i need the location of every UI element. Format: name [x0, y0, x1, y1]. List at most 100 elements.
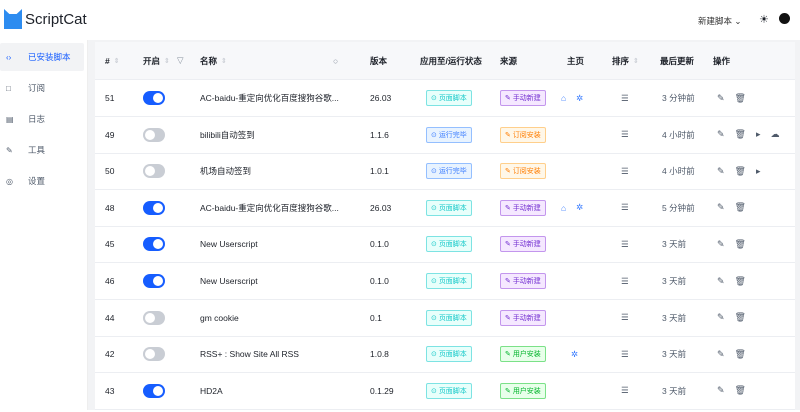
cloud-icon[interactable]: ☁ [771, 129, 780, 140]
edit-icon[interactable]: ✎ [717, 129, 725, 140]
script-version: 1.0.1 [370, 166, 389, 177]
col-id-label: # [105, 55, 110, 66]
col-source: 来源 [500, 55, 518, 66]
sidebar-item-4[interactable]: ◎ 设置 [0, 167, 84, 195]
last-updated: 4 小时前 [662, 129, 695, 140]
header: ScriptCat 新建脚本 ⌄ ☀ [0, 0, 800, 40]
delete-icon[interactable]: 🗑 [735, 129, 746, 140]
col-name-label: 名称 [200, 55, 218, 66]
sidebar-item-label: 工具 [28, 145, 46, 155]
table-row: 42 RSS+ : Show Site All RSS 1.0.8 ⊙ 页面脚本… [95, 336, 795, 374]
source-tag: ✎ 订阅安装 [500, 126, 546, 143]
last-updated: 5 分钟前 [662, 202, 695, 213]
sidebar-item-0[interactable]: ‹› 已安装脚本 [0, 43, 84, 71]
col-order[interactable]: 排序 ⇕ [612, 42, 639, 79]
status-tag: ⊙ 运行完毕 [426, 126, 472, 143]
drag-handle-icon[interactable]: ☰ [621, 263, 629, 299]
delete-icon[interactable]: 🗑 [735, 312, 746, 323]
log-icon: ▤ [6, 114, 14, 124]
edit-icon[interactable]: ✎ [717, 166, 725, 177]
table-row: 49 bilibili自动签到 1.1.6 ⊙ 运行完毕 ✎ 订阅安装 ☰ 4 … [95, 117, 795, 154]
table-row: 51 AC-baidu-重定向优化百度搜狗谷歌... 26.03 ⊙ 页面脚本 … [95, 80, 795, 117]
drag-handle-icon[interactable]: ☰ [621, 153, 629, 189]
table-row: 50 机场自动签到 1.0.1 ⊙ 运行完毕 ✎ 订阅安装 ☰ 4 小时前 ✎ 🗑… [95, 153, 795, 191]
tool-icon: ✎ [6, 145, 13, 155]
col-enabled-label: 开启 [143, 55, 161, 66]
delete-icon[interactable]: 🗑 [735, 276, 746, 287]
home-icon[interactable]: ⌂ [561, 203, 566, 213]
new-script-dropdown[interactable]: 新建脚本 ⌄ [698, 15, 742, 27]
sidebar-item-3[interactable]: ✎ 工具 [0, 136, 84, 164]
edit-icon[interactable]: ✎ [717, 385, 725, 396]
table-row: 43 HD2A 0.1.29 ⊙ 页面脚本 ✎ 用户安装 ☰ 3 天前 ✎ 🗑 [95, 373, 795, 410]
source-tag: ✎ 手动新建 [500, 273, 546, 289]
source-label: 手动新建 [512, 241, 541, 249]
edit-icon[interactable]: ✎ [717, 239, 725, 250]
col-enabled[interactable]: 开启 ⇕ [143, 42, 170, 79]
bookmark-icon: □ [6, 83, 11, 93]
edit-icon[interactable]: ✎ [717, 93, 725, 104]
sun-icon[interactable]: ☀ [759, 13, 769, 26]
filter-icon[interactable]: ▽ [177, 42, 184, 79]
drag-handle-icon[interactable]: ☰ [621, 373, 629, 409]
col-actions: 操作 [713, 55, 731, 66]
delete-icon[interactable]: 🗑 [735, 202, 746, 213]
last-updated: 4 小时前 [662, 166, 695, 177]
source-label: 手动新建 [512, 314, 541, 322]
sidebar: ‹› 已安装脚本 □ 订阅 ▤ 日志 ✎ 工具 ◎ 设置 [0, 40, 88, 410]
script-version: 1.1.6 [370, 129, 389, 140]
delete-icon[interactable]: 🗑 [735, 349, 746, 360]
github-icon[interactable] [779, 13, 790, 24]
logo[interactable]: ScriptCat [4, 9, 87, 29]
search-icon[interactable]: ○ [333, 42, 338, 79]
sidebar-item-1[interactable]: □ 订阅 [0, 74, 84, 102]
cat-logo-icon [4, 9, 22, 29]
drag-handle-icon[interactable]: ☰ [621, 336, 629, 372]
last-updated: 3 天前 [662, 312, 687, 323]
script-version: 26.03 [370, 202, 392, 213]
bug-icon[interactable]: ✲ [571, 349, 578, 360]
script-version: 0.1.29 [370, 385, 394, 396]
status-tag: ⊙ 页面脚本 [426, 90, 472, 106]
status-tag: ⊙ 页面脚本 [426, 346, 472, 363]
status-tag: ⊙ 页面脚本 [426, 236, 472, 253]
sort-icon: ⇕ [113, 57, 120, 65]
drag-handle-icon[interactable]: ☰ [621, 117, 629, 153]
delete-icon[interactable]: 🗑 [735, 239, 746, 250]
table-header: # ⇕ 开启 ⇕ ▽ 名称 ⇕ ○ 版本 应用至/运行状态 来源 主页 排序 ⇕ 最后更… [95, 42, 795, 80]
source-label: 订阅安装 [512, 168, 541, 176]
status-label: 运行完毕 [438, 168, 467, 176]
edit-icon[interactable]: ✎ [717, 202, 725, 213]
drag-handle-icon[interactable]: ☰ [621, 226, 629, 262]
source-tag: ✎ 手动新建 [500, 309, 546, 326]
bug-icon[interactable]: ✲ [576, 93, 583, 104]
sidebar-item-label: 已安装脚本 [28, 52, 71, 62]
drag-handle-icon[interactable]: ☰ [621, 300, 629, 336]
delete-icon[interactable]: 🗑 [735, 385, 746, 396]
status-tag: ⊙ 页面脚本 [426, 309, 472, 326]
sidebar-item-2[interactable]: ▤ 日志 [0, 105, 84, 133]
edit-icon[interactable]: ✎ [717, 312, 725, 323]
chevron-down-icon: ⌄ [734, 16, 742, 26]
col-name[interactable]: 名称 ⇕ [200, 42, 227, 79]
delete-icon[interactable]: 🗑 [735, 166, 746, 177]
source-tag: ✎ 手动新建 [500, 90, 546, 106]
script-version: 0.1 [370, 312, 382, 323]
col-id[interactable]: # ⇕ [105, 42, 120, 79]
gear-icon: ◎ [6, 176, 13, 186]
drag-handle-icon[interactable]: ☰ [621, 80, 629, 116]
bug-icon[interactable]: ✲ [576, 202, 583, 213]
home-icon[interactable]: ⌂ [561, 93, 566, 103]
status-label: 页面脚本 [438, 204, 467, 212]
new-script-label: 新建脚本 [698, 16, 733, 26]
delete-icon[interactable]: 🗑 [735, 93, 746, 104]
drag-handle-icon[interactable]: ☰ [621, 190, 629, 226]
run-icon[interactable]: ▸ [756, 166, 761, 177]
table-row: 45 New Userscript 0.1.0 ⊙ 页面脚本 ✎ 手动新建 ☰ … [95, 226, 795, 264]
last-updated: 3 分钟前 [662, 93, 695, 103]
run-icon[interactable]: ▸ [756, 129, 761, 140]
source-tag: ✎ 用户安装 [500, 382, 546, 399]
edit-icon[interactable]: ✎ [717, 276, 725, 287]
script-version: 26.03 [370, 93, 392, 103]
edit-icon[interactable]: ✎ [717, 349, 725, 360]
